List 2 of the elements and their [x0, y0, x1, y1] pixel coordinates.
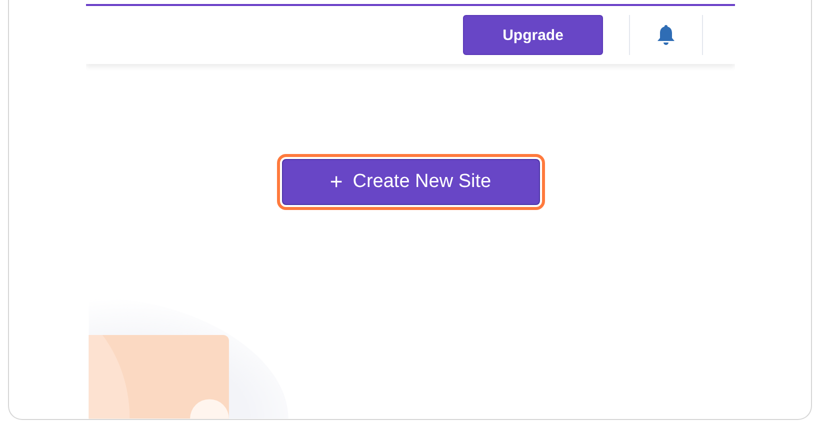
upgrade-button[interactable]: Upgrade — [463, 15, 603, 56]
notification-bell-icon[interactable] — [656, 24, 676, 46]
